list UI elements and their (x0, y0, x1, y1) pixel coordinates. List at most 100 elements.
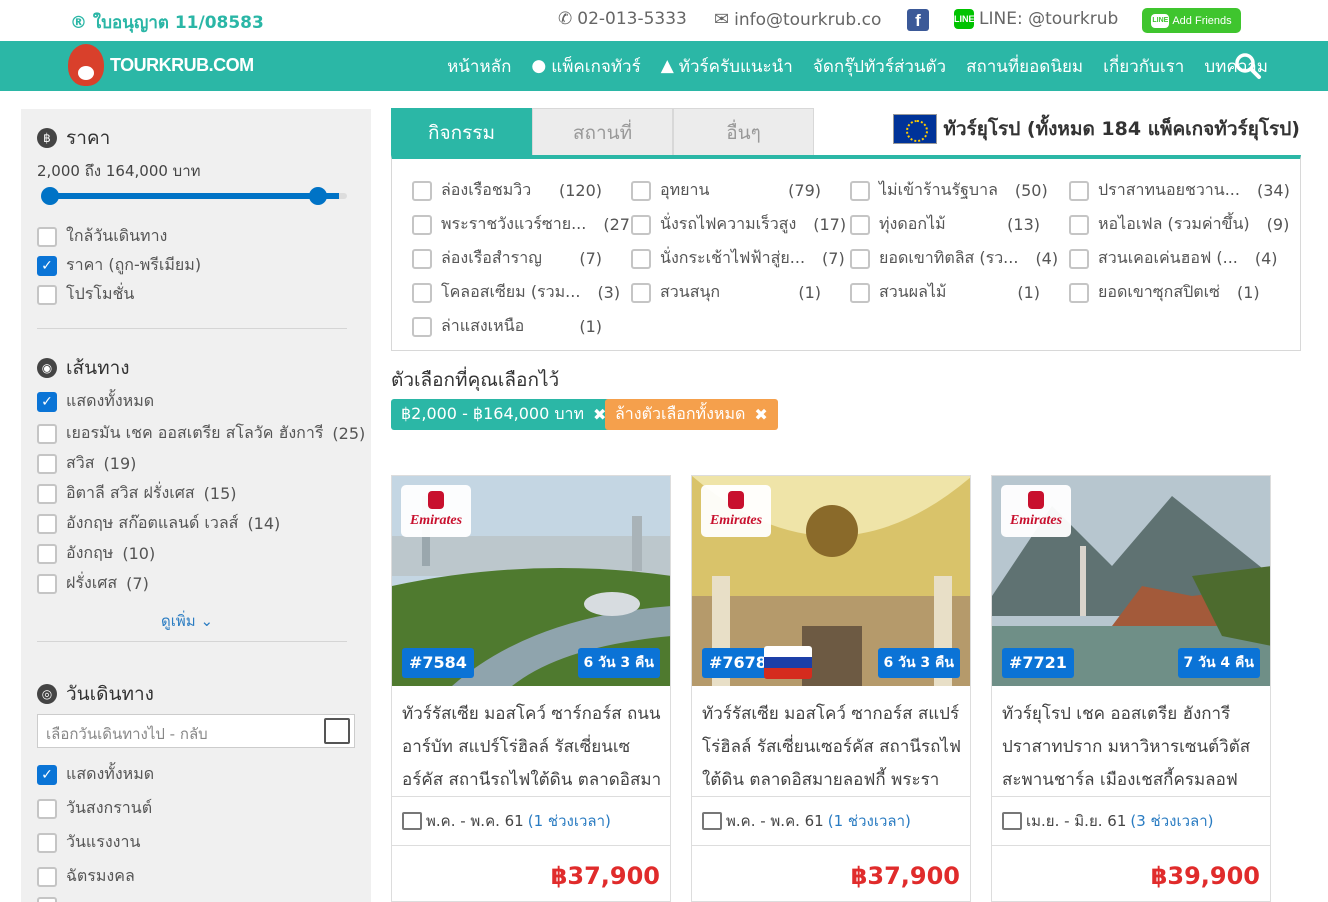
route-item[interactable]: อังกฤษ (10) (37, 541, 155, 566)
nav-recommended[interactable]: ▲ ทัวร์ครับแนะนำ (661, 53, 793, 80)
date-item[interactable]: ✓ แสดงทั้งหมด (37, 762, 154, 787)
tab-others[interactable]: อื่นๆ (673, 108, 814, 158)
date-item[interactable]: วันสงกรานต์ (37, 796, 152, 821)
checkbox[interactable] (412, 214, 432, 235)
travel-date-input[interactable]: เลือกวันเดินทางไป - กลับ (37, 714, 355, 748)
tour-slots-link[interactable]: (3 ช่วงเวลา) (1130, 809, 1213, 833)
checkbox-checked[interactable]: ✓ (37, 255, 57, 276)
tab-activities[interactable]: กิจกรรม (391, 108, 532, 158)
activity-filter-item[interactable]: ยอดเขาซุกสปิตเซ่ (1) (1069, 280, 1260, 305)
tour-title[interactable]: ทัวร์ยุโรป เชค ออสเตรีย ฮังการี ปราสาทปร… (1002, 698, 1262, 797)
checkbox[interactable] (631, 214, 651, 235)
checkbox[interactable] (412, 248, 432, 269)
checkbox[interactable] (37, 832, 57, 853)
site-logo[interactable]: TOURKRUB.COM (68, 44, 254, 86)
activity-filter-item[interactable]: สวนผลไม้ (1) (850, 280, 1040, 305)
activity-filter-item[interactable]: หอไอเฟล (รวมค่าขึ้น) (9) (1069, 212, 1289, 237)
checkbox[interactable] (37, 866, 57, 887)
activity-filter-item[interactable]: ไม่เข้าร้านรัฐบาล (50) (850, 178, 1048, 203)
tour-card[interactable]: Emirates #7584 6 วัน 3 คืน ทัวร์รัสเซีย … (391, 475, 671, 902)
checkbox[interactable] (37, 226, 57, 247)
globe-icon: ● (531, 56, 547, 76)
region-title: ทัวร์ยุโรป (ทั้งหมด 184 แพ็คเกจทัวร์ยุโร… (943, 118, 1300, 140)
activity-filter-item[interactable]: ทุ่งดอกไม้ (13) (850, 212, 1040, 237)
activity-filter-item[interactable]: สวนสนุก (1) (631, 280, 821, 305)
nav-popular-places[interactable]: สถานที่ยอดนิยม (966, 53, 1083, 80)
route-item[interactable]: ฝรั่งเศส (7) (37, 571, 149, 596)
checkbox[interactable] (850, 248, 870, 269)
checkbox[interactable] (631, 248, 651, 269)
tour-slots-link[interactable]: (1 ช่วงเวลา) (528, 809, 611, 833)
email-contact[interactable]: ✉ info@tourkrub.co (714, 9, 881, 30)
date-item[interactable]: วันแรงงาน (37, 830, 140, 855)
checkbox[interactable] (412, 316, 432, 337)
slider-min-handle[interactable] (41, 187, 59, 205)
phone-contact[interactable]: ✆ 02-013-5333 (558, 9, 687, 29)
checkbox[interactable] (37, 897, 57, 902)
facebook-icon[interactable]: f (907, 9, 929, 31)
checkbox[interactable] (850, 214, 870, 235)
checkbox-checked[interactable]: ✓ (37, 764, 57, 785)
nav-home[interactable]: หน้าหลัก (447, 53, 511, 80)
checkbox[interactable] (37, 453, 57, 474)
route-item[interactable]: ✓ แสดงทั้งหมด (37, 389, 154, 414)
activity-filter-item[interactable]: ล่องเรือสำราญ (7) (412, 246, 602, 271)
nav-private-group[interactable]: จัดกรุ๊ปทัวร์ส่วนตัว (813, 53, 946, 80)
calendar-icon[interactable] (324, 718, 350, 744)
sort-promotion[interactable]: โปรโมชั่น (37, 282, 134, 307)
activity-filter-item[interactable]: อุทยาน (79) (631, 178, 821, 203)
activity-filter-item[interactable]: ล่องเรือชมวิว (120) (412, 178, 602, 203)
add-friends-button[interactable]: LINE Add Friends (1142, 8, 1241, 33)
nav-about[interactable]: เกี่ยวกับเรา (1103, 53, 1184, 80)
route-item[interactable]: เยอรมัน เชค ออสเตรีย สโลวัค ฮังการี (25) (37, 421, 365, 446)
tour-title[interactable]: ทัวร์รัสเซีย มอสโคว์ ซากอร์ส สแปร์โร่ฮิล… (702, 698, 962, 797)
checkbox[interactable] (412, 282, 432, 303)
sort-price[interactable]: ✓ ราคา (ถูก-พรีเมียม) (37, 253, 201, 278)
tour-card[interactable]: Emirates #7721 7 วัน 4 คืน ทัวร์ยุโรป เช… (991, 475, 1271, 902)
nav-packages[interactable]: ● แพ็คเกจทัวร์ (531, 53, 640, 80)
checkbox[interactable] (631, 180, 651, 201)
checkbox[interactable] (1069, 214, 1089, 235)
checkbox[interactable] (850, 180, 870, 201)
checkbox[interactable] (37, 423, 57, 444)
checkbox[interactable] (37, 543, 57, 564)
checkbox[interactable] (37, 513, 57, 534)
price-filter-pill[interactable]: ฿2,000 - ฿164,000 บาท ✖ (391, 399, 617, 430)
activity-filter-item[interactable]: ยอดเขาทิตลิส (รว... (4) (850, 246, 1058, 271)
activity-filter-item[interactable]: ล่าแสงเหนือ (1) (412, 314, 602, 339)
activity-filter-item[interactable]: นั่งกระเช้าไฟฟ้าสู่ย... (7) (631, 246, 845, 271)
sort-nearest-date[interactable]: ใกล้วันเดินทาง (37, 224, 167, 249)
route-item[interactable]: สวิส (19) (37, 451, 136, 476)
slider-max-handle[interactable] (309, 187, 327, 205)
checkbox[interactable] (1069, 180, 1089, 201)
route-item[interactable]: อิตาลี สวิส ฝรั่งเศส (15) (37, 481, 237, 506)
tour-card[interactable]: Emirates #7678 6 วัน 3 คืน ทัวร์รัสเซีย … (691, 475, 971, 902)
activity-filter-item[interactable]: นั่งรถไฟความเร็วสูง (17) (631, 212, 846, 237)
checkbox[interactable] (37, 284, 57, 305)
tab-places[interactable]: สถานที่ (532, 108, 673, 158)
tour-title[interactable]: ทัวร์รัสเซีย มอสโคว์ ซาร์กอร์ส ถนนอาร์บั… (402, 698, 662, 797)
tour-slots-link[interactable]: (1 ช่วงเวลา) (828, 809, 911, 833)
checkbox[interactable] (412, 180, 432, 201)
checkbox[interactable] (631, 282, 651, 303)
checkbox[interactable] (37, 798, 57, 819)
checkbox[interactable] (1069, 248, 1089, 269)
checkbox-checked[interactable]: ✓ (37, 391, 57, 412)
checkbox[interactable] (37, 573, 57, 594)
activity-filter-item[interactable]: โคลอสเซียม (รวม... (3) (412, 280, 620, 305)
activity-filter-item[interactable]: ปราสาทนอยชวาน... (34) (1069, 178, 1290, 203)
checkbox[interactable] (37, 483, 57, 504)
checkbox[interactable] (1069, 282, 1089, 303)
close-icon[interactable]: ✖ (754, 405, 767, 424)
line-contact[interactable]: LINE LINE: @tourkrub (954, 9, 1118, 29)
price-range-slider[interactable] (41, 187, 347, 205)
activity-filter-item[interactable]: พระราชวังแวร์ซาย... (27) (412, 212, 636, 237)
date-item[interactable] (37, 897, 57, 902)
see-more-link[interactable]: ดูเพิ่ม ⌄ (161, 609, 213, 633)
activity-filter-item[interactable]: สวนเคอเค่นฮอฟ (... (4) (1069, 246, 1278, 271)
date-item[interactable]: ฉัตรมงคล (37, 864, 135, 889)
route-item[interactable]: อังกฤษ สก๊อตแลนด์ เวลส์ (14) (37, 511, 280, 536)
checkbox[interactable] (850, 282, 870, 303)
clear-all-pill[interactable]: ล้างตัวเลือกทั้งหมด ✖ (605, 399, 778, 430)
search-icon[interactable] (1234, 52, 1262, 80)
